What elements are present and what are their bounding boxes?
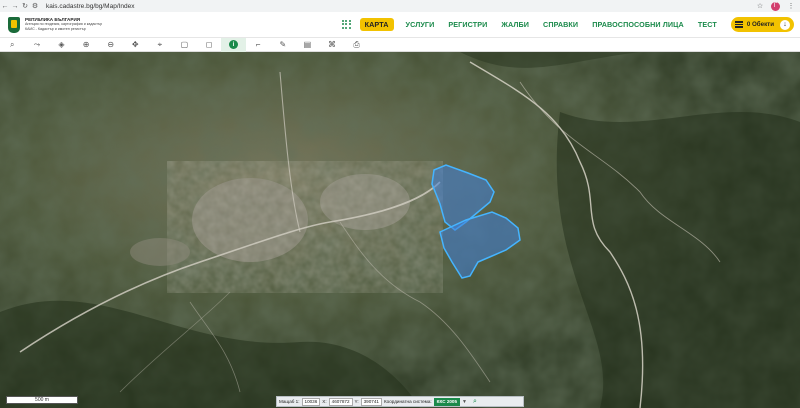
objects-count-label: 0 Обекти [746, 21, 774, 28]
marker-icon[interactable]: ⌖ [148, 38, 173, 52]
select-polygon-icon[interactable]: ◻ [197, 38, 222, 52]
chevron-down-icon[interactable]: ▼ [462, 399, 467, 405]
printer-icon[interactable]: ⎙ [344, 38, 369, 52]
browser-url-bar: ← → ↻ ⚙ kais.cadastre.bg/bg/Map/Index ☆ … [0, 0, 800, 12]
x-label: X: [322, 399, 327, 404]
info-icon: i [229, 40, 239, 49]
main-nav: КАРТА УСЛУГИ РЕГИСТРИ ЖАЛБИ СПРАВКИ ПРАВ… [341, 12, 800, 37]
objects-button[interactable]: 0 Обекти ↓ [730, 17, 794, 32]
info-tool[interactable]: i [221, 37, 246, 52]
download-arrow-icon: ↓ [780, 19, 790, 30]
coord-system-label: Координатна система: [383, 399, 432, 404]
site-info-icon[interactable]: ⚙ [30, 1, 40, 11]
scale-label: Мащаб 1: [279, 399, 300, 404]
reload-icon[interactable]: ↻ [20, 1, 30, 11]
y-coordinate-field[interactable]: 390741 [360, 397, 382, 406]
url-text[interactable]: kais.cadastre.bg/bg/Map/Index [46, 3, 135, 10]
agency-logo[interactable]: РЕПУБЛИКА БЪЛГАРИЯ Агенция по геодезия, … [8, 16, 102, 33]
scale-bar: 500 m [6, 396, 78, 404]
corner-icon[interactable]: ⌐ [246, 38, 271, 52]
map-view[interactable] [0, 52, 800, 408]
settlement-area [130, 238, 190, 266]
y-label: Y: [354, 399, 359, 404]
zoom-out-icon[interactable]: ⊖ [98, 38, 123, 52]
zoom-in-icon[interactable]: ⊕ [74, 38, 99, 52]
profile-avatar[interactable]: Г [771, 1, 780, 11]
search-icon[interactable]: ⌕ [0, 38, 25, 52]
browser-menu-icon[interactable]: ⋮ [786, 1, 796, 11]
print-map-icon[interactable]: ⌘ [320, 38, 345, 52]
nav-item-registers[interactable]: РЕГИСТРИ [448, 20, 487, 29]
nav-item-complaints[interactable]: ЖАЛБИ [501, 20, 529, 29]
logo-line-3: КАИС - Кадастър и имотен регистър [25, 26, 86, 31]
app-header: РЕПУБЛИКА БЪЛГАРИЯ Агенция по геодезия, … [0, 12, 800, 38]
map-icon[interactable]: ▤ [295, 38, 320, 52]
bookmark-star-icon[interactable]: ☆ [755, 1, 765, 11]
apps-grid-icon[interactable] [341, 19, 352, 30]
nav-item-references[interactable]: СПРАВКИ [543, 20, 578, 29]
nav-item-services[interactable]: УСЛУГИ [406, 20, 435, 29]
measure-icon[interactable]: ⤳ [25, 38, 50, 52]
back-icon[interactable]: ← [0, 1, 10, 11]
coat-of-arms-icon [8, 16, 20, 33]
browser-actions: ☆ Г ⋮ [755, 1, 796, 11]
pen-icon[interactable]: ✎ [271, 38, 296, 52]
x-coordinate-field[interactable]: 4607872 [328, 397, 353, 406]
select-rect-icon[interactable]: ▢ [172, 38, 197, 52]
menu-icon [734, 21, 743, 28]
search-coordinates-icon[interactable]: ⌕ [473, 398, 477, 406]
nav-item-licensed-persons[interactable]: ПРАВОСПОСОБНИ ЛИЦА [592, 20, 684, 29]
scale-field[interactable]: 10036 [301, 397, 321, 406]
nav-item-test[interactable]: ТЕСТ [698, 20, 717, 29]
scale-bar-label: 500 m [35, 397, 49, 403]
map-toolbar: ⌕ ⤳ ◈ ⊕ ⊖ ✥ ⌖ ▢ ◻ i ⌐ ✎ ▤ ⌘ ⎙ [0, 37, 800, 52]
logo-text: РЕПУБЛИКА БЪЛГАРИЯ Агенция по геодезия, … [25, 17, 102, 32]
satellite-imagery [0, 52, 800, 408]
coord-system-select[interactable]: ККС 2005 [433, 397, 461, 406]
pan-icon[interactable]: ✥ [123, 38, 148, 52]
forward-icon[interactable]: → [10, 1, 20, 11]
layers-icon[interactable]: ◈ [49, 38, 74, 52]
coordinates-bar: Мащаб 1: 10036 X: 4607872 Y: 390741 Коор… [276, 396, 524, 407]
nav-item-map[interactable]: КАРТА [359, 18, 394, 31]
